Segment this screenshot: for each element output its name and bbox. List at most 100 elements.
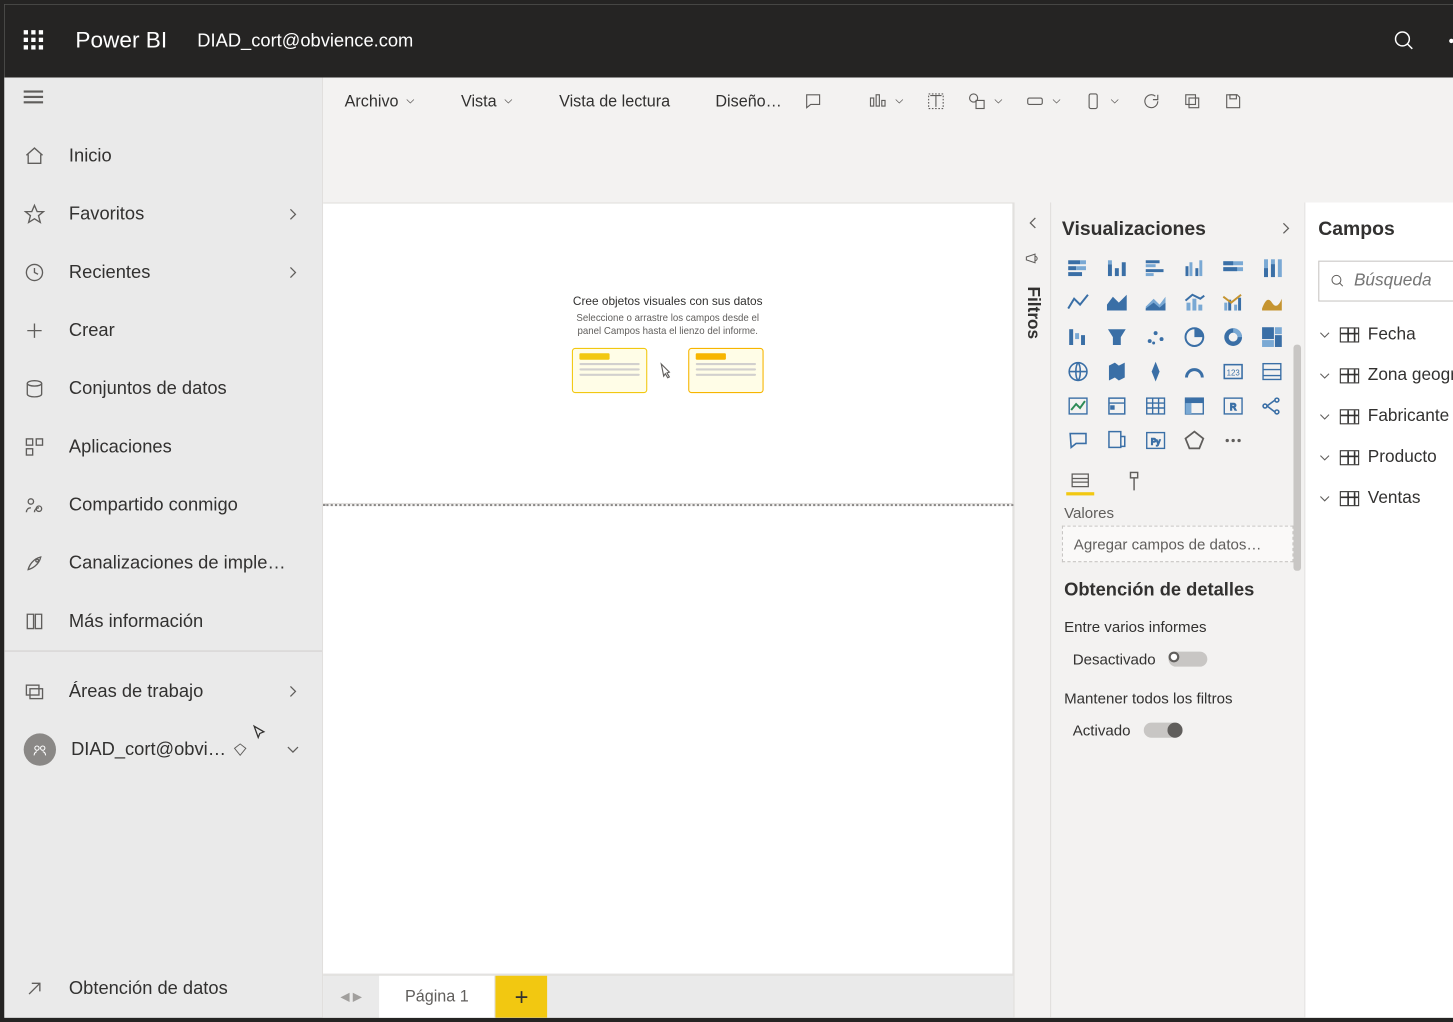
canvas-lower[interactable]: [323, 506, 1013, 974]
field-table[interactable]: Fabricante: [1318, 396, 1453, 437]
menu-vista[interactable]: Vista: [452, 84, 522, 118]
explore-button[interactable]: [859, 84, 913, 118]
viz-qna-icon[interactable]: [1062, 426, 1094, 454]
sidebar-item-workspaces[interactable]: Áreas de trabajo: [4, 662, 322, 720]
chevron-left-icon: [1025, 215, 1040, 230]
textbox-button[interactable]: [918, 84, 955, 118]
sidebar-item-pipelines[interactable]: Canalizaciones de imple…: [4, 534, 322, 592]
viz-pie-icon[interactable]: [1178, 323, 1210, 351]
viz-line-column-icon[interactable]: [1178, 289, 1210, 317]
viz-line-icon[interactable]: [1062, 289, 1094, 317]
viz-python-icon[interactable]: Py: [1139, 426, 1171, 454]
canvas-illustration: [572, 348, 764, 393]
workspace-avatar-icon: [24, 733, 56, 765]
viz-key-influencers-icon[interactable]: [1101, 426, 1133, 454]
keep-filters-toggle[interactable]: [1143, 723, 1182, 738]
menu-label: Archivo: [345, 92, 399, 110]
viz-line-clustered-icon[interactable]: [1217, 289, 1249, 317]
viz-waterfall-icon[interactable]: [1062, 323, 1094, 351]
menu-archivo[interactable]: Archivo: [336, 84, 424, 118]
buttons-button[interactable]: [1017, 84, 1071, 118]
sidebar-item-favoritos[interactable]: Favoritos: [4, 185, 322, 243]
viz-kpi-icon[interactable]: [1062, 392, 1094, 420]
viz-decomposition-icon[interactable]: [1256, 392, 1288, 420]
field-table[interactable]: Fecha: [1318, 314, 1453, 355]
search-input[interactable]: [1354, 271, 1453, 290]
field-table[interactable]: Producto: [1318, 437, 1453, 478]
field-table[interactable]: Zona geográfica: [1318, 355, 1453, 396]
premium-diamond-icon: [232, 742, 247, 757]
sidebar-item-shared[interactable]: Compartido conmigo: [4, 476, 322, 534]
page-tab-label: Página 1: [405, 988, 469, 1006]
viz-clustered-column-icon[interactable]: [1178, 254, 1210, 282]
add-page-button[interactable]: +: [496, 976, 548, 1018]
viz-stacked-bar-icon[interactable]: [1062, 254, 1094, 282]
viz-stacked-area-icon[interactable]: [1139, 289, 1171, 317]
page-tabs: ◀ ▶ Página 1 +: [323, 975, 1013, 1018]
textbox-icon: [926, 92, 945, 111]
viz-table-icon[interactable]: [1139, 392, 1171, 420]
viz-map-icon[interactable]: [1062, 358, 1094, 386]
viz-slicer-icon[interactable]: [1101, 392, 1133, 420]
sidebar-item-inicio[interactable]: Inicio: [4, 127, 322, 185]
viz-matrix-icon[interactable]: [1178, 392, 1210, 420]
filters-panel-collapsed[interactable]: Filtros: [1013, 202, 1050, 1017]
viz-gauge-icon[interactable]: [1178, 358, 1210, 386]
megaphone-icon: [1024, 250, 1041, 267]
viz-100-stacked-bar-icon[interactable]: [1217, 254, 1249, 282]
viz-multi-card-icon[interactable]: [1256, 358, 1288, 386]
viz-r-icon[interactable]: R: [1217, 392, 1249, 420]
top-bar: Power BI DIAD_cort@obvience.com: [4, 4, 1453, 77]
chevron-right-icon: [285, 207, 300, 222]
visual-button[interactable]: [1075, 84, 1129, 118]
viz-treemap-icon[interactable]: [1256, 323, 1288, 351]
format-tab[interactable]: [1120, 470, 1148, 496]
viz-ribbon-icon[interactable]: [1256, 289, 1288, 317]
report-toolbar: Archivo Vista Vista de lectura Diseño…: [323, 78, 1453, 125]
sidebar-item-apps[interactable]: Aplicaciones: [4, 418, 322, 476]
page-nav-arrows[interactable]: ◀ ▶: [323, 976, 379, 1018]
viz-clustered-bar-icon[interactable]: [1139, 254, 1171, 282]
refresh-button[interactable]: [1133, 84, 1170, 118]
viz-scatter-icon[interactable]: [1139, 323, 1171, 351]
viz-100-stacked-column-icon[interactable]: [1256, 254, 1288, 282]
viz-azure-map-icon[interactable]: [1139, 358, 1171, 386]
fields-tab[interactable]: [1066, 470, 1094, 496]
viz-more-icon[interactable]: [1217, 426, 1249, 454]
sidebar-item-learn[interactable]: Más información: [4, 592, 322, 650]
menu-toggle-icon[interactable]: [24, 90, 43, 103]
viz-donut-icon[interactable]: [1217, 323, 1249, 351]
comment-button[interactable]: [795, 84, 832, 118]
sidebar-item-current-workspace[interactable]: DIAD_cort@obvi…: [4, 721, 322, 779]
account-label[interactable]: DIAD_cort@obvience.com: [197, 30, 413, 52]
field-table[interactable]: Ventas: [1318, 478, 1453, 519]
save-button[interactable]: [1215, 84, 1252, 118]
fields-search[interactable]: [1318, 261, 1453, 302]
refresh-icon: [1142, 92, 1161, 111]
viz-funnel-icon[interactable]: [1101, 323, 1133, 351]
shapes-button[interactable]: [958, 84, 1012, 118]
search-icon[interactable]: [1393, 29, 1417, 53]
more-icon[interactable]: [1446, 29, 1453, 53]
duplicate-button[interactable]: [1174, 84, 1211, 118]
viz-scrollbar[interactable]: [1293, 345, 1301, 571]
viz-filled-map-icon[interactable]: [1101, 358, 1133, 386]
viz-stacked-column-icon[interactable]: [1101, 254, 1133, 282]
app-launcher-icon[interactable]: [24, 30, 46, 52]
report-canvas[interactable]: Cree objetos visuales con sus datos Sele…: [323, 202, 1013, 504]
sidebar-item-get-data[interactable]: Obtención de datos: [4, 960, 322, 1018]
sidebar-item-crear[interactable]: Crear: [4, 302, 322, 360]
viz-card-icon[interactable]: 123: [1217, 358, 1249, 386]
viz-area-icon[interactable]: [1101, 289, 1133, 317]
sidebar-item-datasets[interactable]: Conjuntos de datos: [4, 360, 322, 418]
menu-diseno[interactable]: Diseño…: [707, 84, 791, 118]
page-tab[interactable]: Página 1: [379, 976, 496, 1018]
viz-custom-icon[interactable]: [1178, 426, 1210, 454]
sidebar-item-recientes[interactable]: Recientes: [4, 243, 322, 301]
values-label: Valores: [1064, 504, 1293, 521]
values-well[interactable]: Agregar campos de datos…: [1062, 526, 1294, 563]
arrow-upright-icon: [24, 978, 46, 1000]
menu-vista-lectura[interactable]: Vista de lectura: [550, 84, 678, 118]
chevron-right-icon[interactable]: [1278, 221, 1293, 236]
cross-report-toggle[interactable]: [1169, 652, 1208, 667]
